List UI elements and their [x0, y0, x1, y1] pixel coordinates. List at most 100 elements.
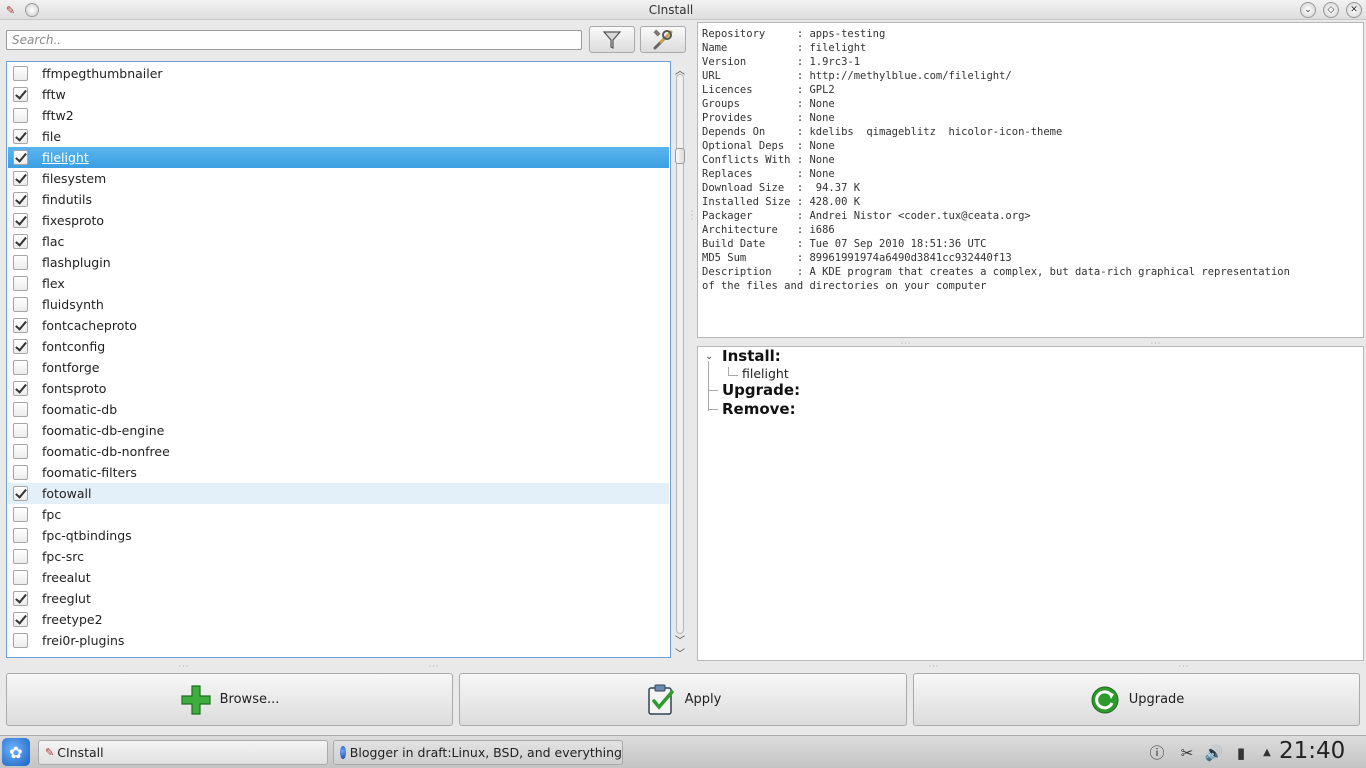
- browse-button[interactable]: Browse...: [6, 673, 453, 726]
- refresh-icon: [1091, 686, 1119, 713]
- package-row[interactable]: ffmpegthumbnailer: [8, 63, 669, 84]
- minimize-button[interactable]: ⌄: [1300, 2, 1316, 18]
- package-checkbox[interactable]: [13, 465, 28, 480]
- package-row[interactable]: fontsproto: [8, 378, 669, 399]
- package-checkbox[interactable]: [13, 486, 28, 501]
- package-checkbox[interactable]: [13, 276, 28, 291]
- battery-icon[interactable]: ▮: [1231, 743, 1251, 763]
- apply-label: Apply: [684, 692, 722, 707]
- package-row[interactable]: fftw: [8, 84, 669, 105]
- package-checkbox[interactable]: [13, 129, 28, 144]
- bottom-splitter-handle[interactable]: ···: [178, 662, 190, 671]
- package-row[interactable]: findutils: [8, 189, 669, 210]
- install-item[interactable]: filelight: [742, 366, 789, 381]
- upgrade-node[interactable]: Upgrade:: [722, 381, 800, 399]
- package-row[interactable]: fluidsynth: [8, 294, 669, 315]
- package-row[interactable]: fontcacheproto: [8, 315, 669, 336]
- remove-node[interactable]: Remove:: [722, 400, 796, 418]
- package-row[interactable]: file: [8, 126, 669, 147]
- package-checkbox[interactable]: [13, 402, 28, 417]
- task-cinstall[interactable]: ✎ CInstall: [38, 740, 328, 765]
- application-launcher[interactable]: ✿: [2, 738, 30, 766]
- info-line: Provides : None: [702, 112, 835, 124]
- package-row[interactable]: freetype2: [8, 609, 669, 630]
- package-checkbox[interactable]: [13, 171, 28, 186]
- package-row[interactable]: fotowall: [8, 483, 669, 504]
- upgrade-button[interactable]: Upgrade: [913, 673, 1360, 726]
- package-list-scrollbar[interactable]: ︿ ﹀ ﹀: [672, 62, 688, 660]
- package-checkbox[interactable]: [13, 66, 28, 81]
- package-checkbox[interactable]: [13, 234, 28, 249]
- package-checkbox[interactable]: [13, 87, 28, 102]
- scroll-down-icon-2[interactable]: ﹀: [674, 645, 686, 660]
- tray-expand-icon[interactable]: ▲: [1257, 743, 1277, 763]
- task-blogger[interactable]: Blogger in draft:Linux, BSD, and everyth…: [333, 740, 623, 765]
- package-checkbox[interactable]: [13, 108, 28, 123]
- info-icon[interactable]: ⓘ: [1147, 743, 1167, 763]
- package-checkbox[interactable]: [13, 423, 28, 438]
- package-row[interactable]: foomatic-db: [8, 399, 669, 420]
- info-line: Optional Deps : None: [702, 140, 835, 152]
- bottom-splitter-handle[interactable]: ···: [428, 662, 440, 671]
- package-checkbox[interactable]: [13, 549, 28, 564]
- package-row[interactable]: flashplugin: [8, 252, 669, 273]
- package-row[interactable]: fpc-qtbindings: [8, 525, 669, 546]
- package-row[interactable]: foomatic-db-nonfree: [8, 441, 669, 462]
- bottom-splitter-handle[interactable]: ···: [928, 662, 940, 671]
- package-row[interactable]: fftw2: [8, 105, 669, 126]
- clock[interactable]: 21:40: [1279, 738, 1345, 764]
- package-checkbox[interactable]: [13, 255, 28, 270]
- package-checkbox[interactable]: [13, 507, 28, 522]
- package-checkbox[interactable]: [13, 612, 28, 627]
- scroll-thumb[interactable]: [675, 148, 685, 164]
- scissors-icon[interactable]: ✂: [1177, 743, 1197, 763]
- package-row[interactable]: filelight: [8, 147, 669, 168]
- package-checkbox[interactable]: [13, 570, 28, 585]
- package-checkbox[interactable]: [13, 381, 28, 396]
- package-row[interactable]: foomatic-db-engine: [8, 420, 669, 441]
- package-row[interactable]: fixesproto: [8, 210, 669, 231]
- info-splitter-handle-2[interactable]: ···: [1150, 339, 1162, 348]
- search-input[interactable]: [6, 30, 582, 50]
- package-checkbox[interactable]: [13, 150, 28, 165]
- package-checkbox[interactable]: [13, 192, 28, 207]
- package-row[interactable]: flex: [8, 273, 669, 294]
- chevron-down-icon[interactable]: ⌄: [705, 351, 713, 362]
- package-checkbox[interactable]: [13, 360, 28, 375]
- close-button[interactable]: ✕: [1346, 2, 1362, 18]
- package-row[interactable]: freeglut: [8, 588, 669, 609]
- clipboard-check-icon: [647, 684, 674, 715]
- package-row[interactable]: frei0r-plugins: [8, 630, 669, 651]
- package-checkbox[interactable]: [13, 318, 28, 333]
- package-checkbox[interactable]: [13, 213, 28, 228]
- info-splitter-handle[interactable]: ···: [900, 339, 912, 348]
- package-checkbox[interactable]: [13, 444, 28, 459]
- package-name: findutils: [42, 192, 93, 207]
- package-name: freealut: [42, 570, 91, 585]
- install-node[interactable]: Install:: [722, 347, 781, 365]
- package-list[interactable]: ffmpegthumbnailer fftw fftw2 file filelight f…: [6, 61, 671, 658]
- package-row[interactable]: freealut: [8, 567, 669, 588]
- filter-button[interactable]: [589, 26, 635, 53]
- settings-button[interactable]: [640, 26, 686, 53]
- bottom-splitter-handle[interactable]: ···: [1178, 662, 1190, 671]
- package-row[interactable]: foomatic-filters: [8, 462, 669, 483]
- package-checkbox[interactable]: [13, 339, 28, 354]
- apply-button[interactable]: Apply: [459, 673, 907, 726]
- package-row-clipped[interactable]: [8, 651, 669, 657]
- package-row[interactable]: fontforge: [8, 357, 669, 378]
- package-row[interactable]: flac: [8, 231, 669, 252]
- package-row[interactable]: fontconfig: [8, 336, 669, 357]
- info-line: Repository : apps-testing: [702, 28, 886, 40]
- maximize-button[interactable]: ◇: [1323, 2, 1339, 18]
- package-checkbox[interactable]: [13, 591, 28, 606]
- vertical-splitter[interactable]: · · ·: [689, 208, 695, 224]
- package-row[interactable]: fpc: [8, 504, 669, 525]
- package-row[interactable]: filesystem: [8, 168, 669, 189]
- package-checkbox[interactable]: [13, 633, 28, 648]
- package-checkbox[interactable]: [13, 528, 28, 543]
- window-title: CInstall: [648, 3, 694, 17]
- package-checkbox[interactable]: [13, 297, 28, 312]
- package-row[interactable]: fpc-src: [8, 546, 669, 567]
- volume-icon[interactable]: 🔊: [1204, 743, 1224, 763]
